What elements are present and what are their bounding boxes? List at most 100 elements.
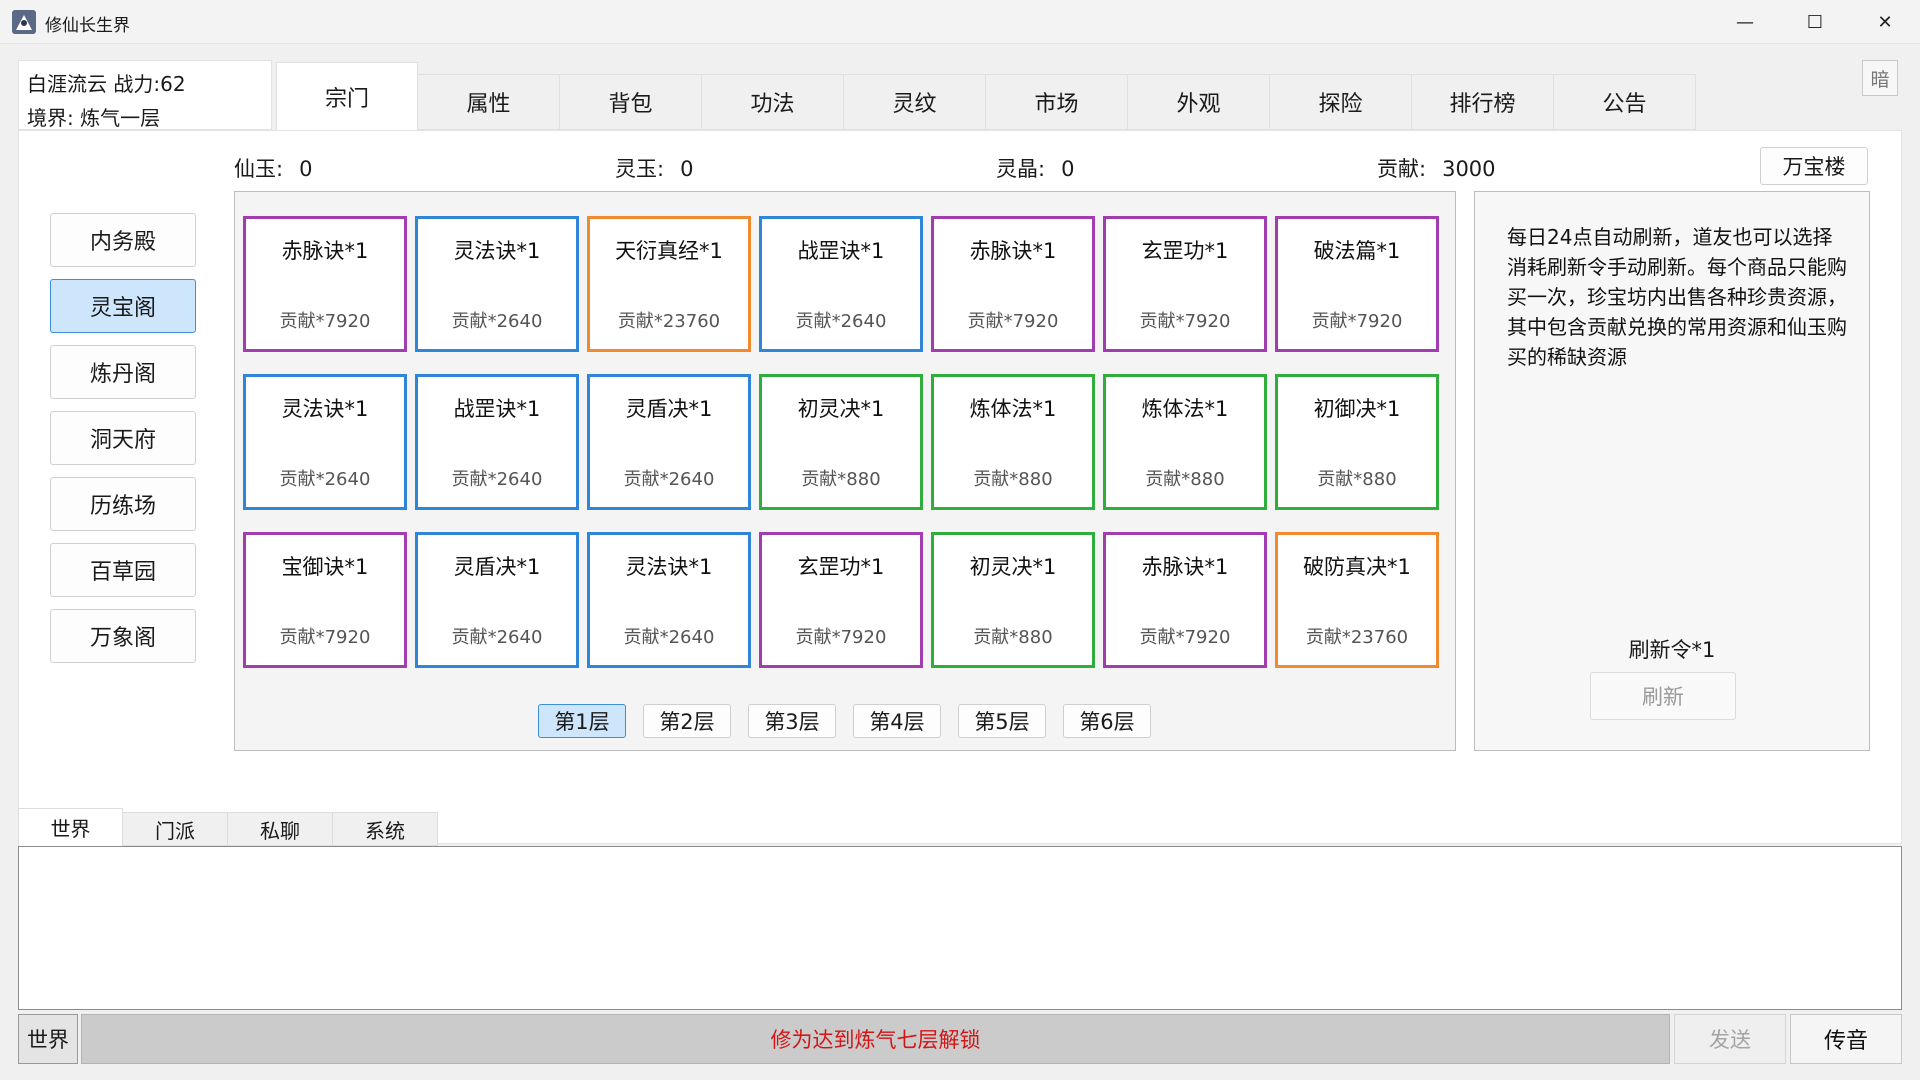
currency-3: 贡献: 3000 bbox=[1377, 153, 1496, 183]
item-name: 炼体法*1 bbox=[1141, 397, 1229, 421]
item-name: 玄罡功*1 bbox=[1141, 239, 1229, 263]
refresh-token-count: 刷新令*1 bbox=[1628, 638, 1716, 662]
item-name: 破防真决*1 bbox=[1303, 555, 1411, 579]
item-price: 贡献*7920 bbox=[1139, 627, 1231, 648]
app-logo-icon bbox=[12, 10, 36, 34]
shop-item-card[interactable]: 灵盾决*1 贡献*2640 bbox=[587, 374, 751, 510]
chat-tab-1[interactable]: 门派 bbox=[123, 812, 228, 846]
sidebar-item-3[interactable]: 洞天府 bbox=[50, 411, 196, 465]
item-price: 贡献*2640 bbox=[623, 469, 715, 490]
shop-item-card[interactable]: 初灵决*1 贡献*880 bbox=[931, 532, 1095, 668]
sidebar-item-1[interactable]: 灵宝阁 bbox=[50, 279, 196, 333]
floor-button-3[interactable]: 第3层 bbox=[748, 704, 836, 738]
shop-item-card[interactable]: 战罡诀*1 贡献*2640 bbox=[759, 216, 923, 352]
shop-item-card[interactable]: 灵法诀*1 贡献*2640 bbox=[415, 216, 579, 352]
shop-item-card[interactable]: 灵盾决*1 贡献*2640 bbox=[415, 532, 579, 668]
chat-tab-3[interactable]: 系统 bbox=[333, 812, 438, 846]
tab-1[interactable]: 属性 bbox=[418, 74, 560, 130]
sidebar-item-2[interactable]: 炼丹阁 bbox=[50, 345, 196, 399]
item-price: 贡献*7920 bbox=[279, 627, 371, 648]
item-price: 贡献*7920 bbox=[279, 311, 371, 332]
item-name: 初灵决*1 bbox=[797, 397, 885, 421]
item-price: 贡献*880 bbox=[973, 469, 1053, 490]
floor-button-4[interactable]: 第4层 bbox=[853, 704, 941, 738]
sidebar-item-0[interactable]: 内务殿 bbox=[50, 213, 196, 267]
shop-item-card[interactable]: 宝御诀*1 贡献*7920 bbox=[243, 532, 407, 668]
item-price: 贡献*2640 bbox=[451, 311, 543, 332]
tab-9[interactable]: 公告 bbox=[1554, 74, 1696, 130]
dark-mode-toggle[interactable]: 暗 bbox=[1862, 60, 1898, 96]
floor-button-6[interactable]: 第6层 bbox=[1063, 704, 1151, 738]
item-price: 贡献*2640 bbox=[795, 311, 887, 332]
close-button[interactable]: ✕ bbox=[1850, 0, 1920, 44]
sidebar-item-4[interactable]: 历练场 bbox=[50, 477, 196, 531]
currency-value: 0 bbox=[1061, 157, 1075, 181]
shop-item-card[interactable]: 灵法诀*1 贡献*2640 bbox=[587, 532, 751, 668]
client-area: 白涯流云 战力:62 境界: 炼气一层 宗门 属性 背包 功法 灵纹 市场 外观 探险 排行榜公… bbox=[0, 44, 1920, 1080]
shop-grid: 第1层 第2层 第3层 第4层 第5层 第6层 赤脉诀*1 贡献*7920 灵法诀*1 贡献*2… bbox=[234, 191, 1456, 751]
item-name: 赤脉诀*1 bbox=[1141, 555, 1229, 579]
floor-button-5[interactable]: 第5层 bbox=[958, 704, 1046, 738]
tab-0[interactable]: 宗门 bbox=[276, 62, 418, 130]
currency-2: 灵晶: 0 bbox=[996, 153, 1074, 183]
currency-label: 贡献: bbox=[1377, 157, 1427, 181]
refresh-button[interactable]: 刷新 bbox=[1590, 672, 1736, 720]
shop-item-card[interactable]: 玄罡功*1 贡献*7920 bbox=[1103, 216, 1267, 352]
tab-3[interactable]: 功法 bbox=[702, 74, 844, 130]
item-name: 灵盾决*1 bbox=[625, 397, 713, 421]
shop-item-card[interactable]: 玄罡功*1 贡献*7920 bbox=[759, 532, 923, 668]
shop-item-card[interactable]: 战罡诀*1 贡献*2640 bbox=[415, 374, 579, 510]
floor-button-1[interactable]: 第1层 bbox=[538, 704, 626, 738]
item-name: 炼体法*1 bbox=[969, 397, 1057, 421]
item-price: 贡献*23760 bbox=[617, 311, 721, 332]
voice-message-button[interactable]: 传音 bbox=[1790, 1014, 1902, 1064]
shop-item-card[interactable]: 赤脉诀*1 贡献*7920 bbox=[1103, 532, 1267, 668]
shop-item-card[interactable]: 赤脉诀*1 贡献*7920 bbox=[243, 216, 407, 352]
player-name-power: 白涯流云 战力:62 bbox=[27, 72, 186, 96]
chat-tab-0[interactable]: 世界 bbox=[18, 808, 123, 846]
item-price: 贡献*2640 bbox=[451, 627, 543, 648]
shop-item-card[interactable]: 灵法诀*1 贡献*2640 bbox=[243, 374, 407, 510]
shop-item-card[interactable]: 破防真决*1 贡献*23760 bbox=[1275, 532, 1439, 668]
item-price: 贡献*2640 bbox=[451, 469, 543, 490]
item-name: 战罡诀*1 bbox=[453, 397, 541, 421]
main-tabs: 宗门 属性 背包 功法 灵纹 市场 外观 探险 排行榜 公告 bbox=[276, 62, 1696, 130]
sidebar-item-6[interactable]: 万象阁 bbox=[50, 609, 196, 663]
shop-item-card[interactable]: 初御决*1 贡献*880 bbox=[1275, 374, 1439, 510]
item-price: 贡献*880 bbox=[1145, 469, 1225, 490]
shop-item-card[interactable]: 初灵决*1 贡献*880 bbox=[759, 374, 923, 510]
tab-2[interactable]: 背包 bbox=[560, 74, 702, 130]
chat-log[interactable] bbox=[18, 846, 1902, 1010]
item-name: 玄罡功*1 bbox=[797, 555, 885, 579]
shop-item-card[interactable]: 赤脉诀*1 贡献*7920 bbox=[931, 216, 1095, 352]
tab-4[interactable]: 灵纹 bbox=[844, 74, 986, 130]
tab-7[interactable]: 探险 bbox=[1270, 74, 1412, 130]
tab-6[interactable]: 外观 bbox=[1128, 74, 1270, 130]
shop-item-card[interactable]: 天衍真经*1 贡献*23760 bbox=[587, 216, 751, 352]
shop-item-card[interactable]: 炼体法*1 贡献*880 bbox=[1103, 374, 1267, 510]
item-name: 赤脉诀*1 bbox=[281, 239, 369, 263]
chat-tab-2[interactable]: 私聊 bbox=[228, 812, 333, 846]
item-price: 贡献*880 bbox=[801, 469, 881, 490]
sidebar-item-5[interactable]: 百草园 bbox=[50, 543, 196, 597]
tab-8[interactable]: 排行榜 bbox=[1412, 74, 1554, 130]
item-name: 天衍真经*1 bbox=[615, 239, 723, 263]
chat-channel-button[interactable]: 世界 bbox=[18, 1014, 78, 1064]
maximize-button[interactable]: ☐ bbox=[1780, 0, 1850, 44]
tab-5[interactable]: 市场 bbox=[986, 74, 1128, 130]
shop-item-card[interactable]: 破法篇*1 贡献*7920 bbox=[1275, 216, 1439, 352]
item-name: 灵法诀*1 bbox=[453, 239, 541, 263]
currency-value: 0 bbox=[680, 157, 694, 181]
title-bar: 修仙长生界 — ☐ ✕ bbox=[0, 0, 1920, 44]
shop-item-card[interactable]: 炼体法*1 贡献*880 bbox=[931, 374, 1095, 510]
item-name: 赤脉诀*1 bbox=[969, 239, 1057, 263]
item-price: 贡献*23760 bbox=[1305, 627, 1409, 648]
item-price: 贡献*7920 bbox=[795, 627, 887, 648]
send-button[interactable]: 发送 bbox=[1674, 1014, 1786, 1064]
minimize-button[interactable]: — bbox=[1710, 0, 1780, 44]
shop-info-panel: 每日24点自动刷新，道友也可以选择消耗刷新令手动刷新。每个商品只能购买一次，珍宝… bbox=[1474, 191, 1870, 751]
item-name: 灵法诀*1 bbox=[281, 397, 369, 421]
floor-button-2[interactable]: 第2层 bbox=[643, 704, 731, 738]
chat-input-bar: 世界 修为达到炼气七层解锁 发送 传音 bbox=[18, 1014, 1902, 1066]
wanbao-tower-button[interactable]: 万宝楼 bbox=[1760, 147, 1868, 185]
